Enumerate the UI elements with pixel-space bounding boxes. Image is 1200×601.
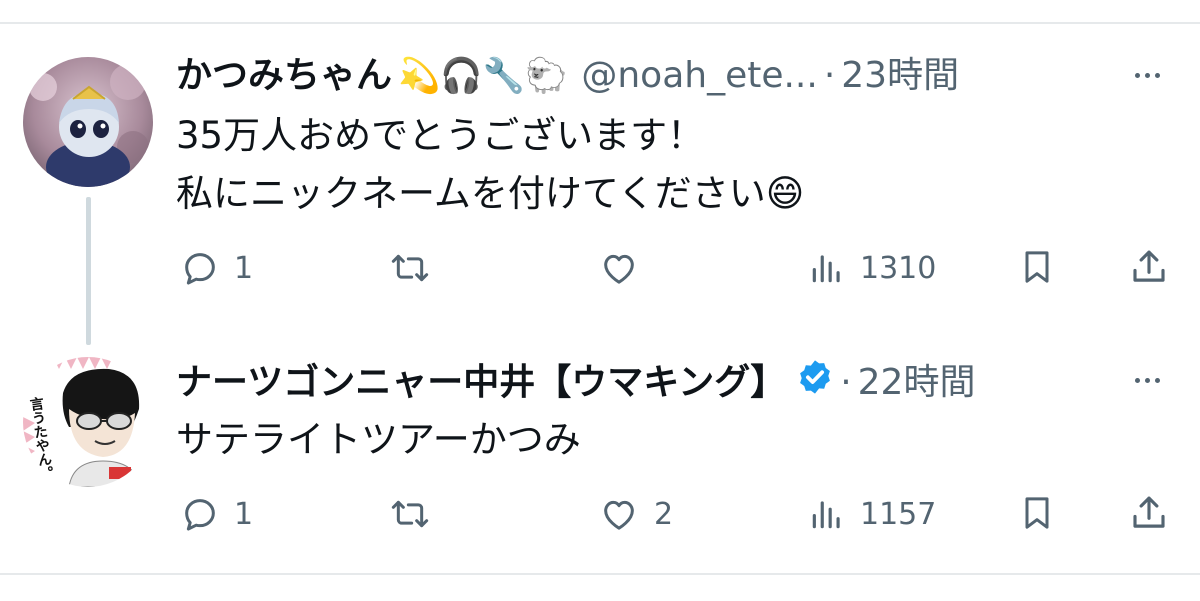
reply-count: 1 — [234, 496, 254, 532]
more-icon[interactable] — [1135, 378, 1160, 383]
timestamp[interactable]: 22時間 — [858, 361, 976, 405]
bottom-divider — [0, 573, 1200, 575]
like-button[interactable]: 2 — [598, 494, 673, 534]
bookmark-button[interactable] — [1017, 246, 1057, 288]
reply-button[interactable]: 1 — [180, 248, 253, 288]
views-button[interactable]: 1157 — [808, 494, 936, 534]
views-count: 1157 — [860, 496, 937, 532]
verified-badge-icon — [796, 358, 834, 407]
like-icon — [604, 500, 634, 530]
top-divider — [0, 22, 1200, 24]
views-icon — [812, 255, 840, 283]
like-button[interactable] — [598, 248, 640, 288]
retweet-icon — [391, 500, 429, 528]
reply-button[interactable]: 1 — [180, 494, 253, 534]
bookmark-icon — [1025, 251, 1049, 283]
thread-connector — [86, 197, 91, 345]
views-button[interactable]: 1310 — [808, 248, 936, 288]
tweet-text: 35万人おめでとうございます！ 私にニックネームを付けてください😄 — [176, 114, 805, 215]
retweet-button[interactable] — [389, 248, 431, 288]
handle[interactable]: @noah_ete... — [581, 54, 817, 98]
timestamp[interactable]: 23時間 — [841, 54, 959, 98]
bookmark-button[interactable] — [1017, 492, 1057, 534]
avatar-katsumi[interactable] — [23, 57, 153, 187]
share-icon — [1133, 496, 1165, 528]
tweet-text: サテライトツアーかつみ — [176, 418, 581, 461]
share-button[interactable] — [1128, 246, 1170, 288]
tweet-2-header: ナーツゴンニャー中井【ウマキング】 · 22時間 — [176, 358, 975, 407]
character-avatar-icon — [23, 57, 153, 187]
bookmark-icon — [1025, 497, 1049, 529]
more-icon[interactable] — [1135, 73, 1160, 78]
views-count: 1310 — [860, 250, 937, 286]
separator-dot: · — [823, 55, 836, 96]
tweet-1-header: かつみちゃん 💫🎧🔧🐑 @noah_ete... · 23時間 — [176, 54, 959, 98]
display-name[interactable]: ナーツゴンニャー中井【ウマキング】 — [176, 361, 786, 405]
reply-icon — [185, 499, 215, 531]
reply-count: 1 — [234, 250, 254, 286]
like-icon — [604, 254, 634, 284]
retweet-button[interactable] — [389, 494, 431, 534]
separator-dot: · — [840, 361, 852, 403]
retweet-icon — [391, 254, 429, 282]
cartoon-avatar-icon: 言うたやん。 — [23, 357, 153, 487]
views-icon — [812, 501, 840, 529]
name-emojis: 💫🎧🔧🐑 — [398, 56, 568, 96]
like-count: 2 — [654, 496, 674, 532]
share-icon — [1133, 250, 1165, 282]
reply-icon — [185, 253, 215, 285]
display-name[interactable]: かつみちゃん — [176, 54, 392, 98]
avatar-nakai[interactable]: 言うたやん。 — [23, 357, 153, 487]
share-button[interactable] — [1128, 492, 1170, 534]
